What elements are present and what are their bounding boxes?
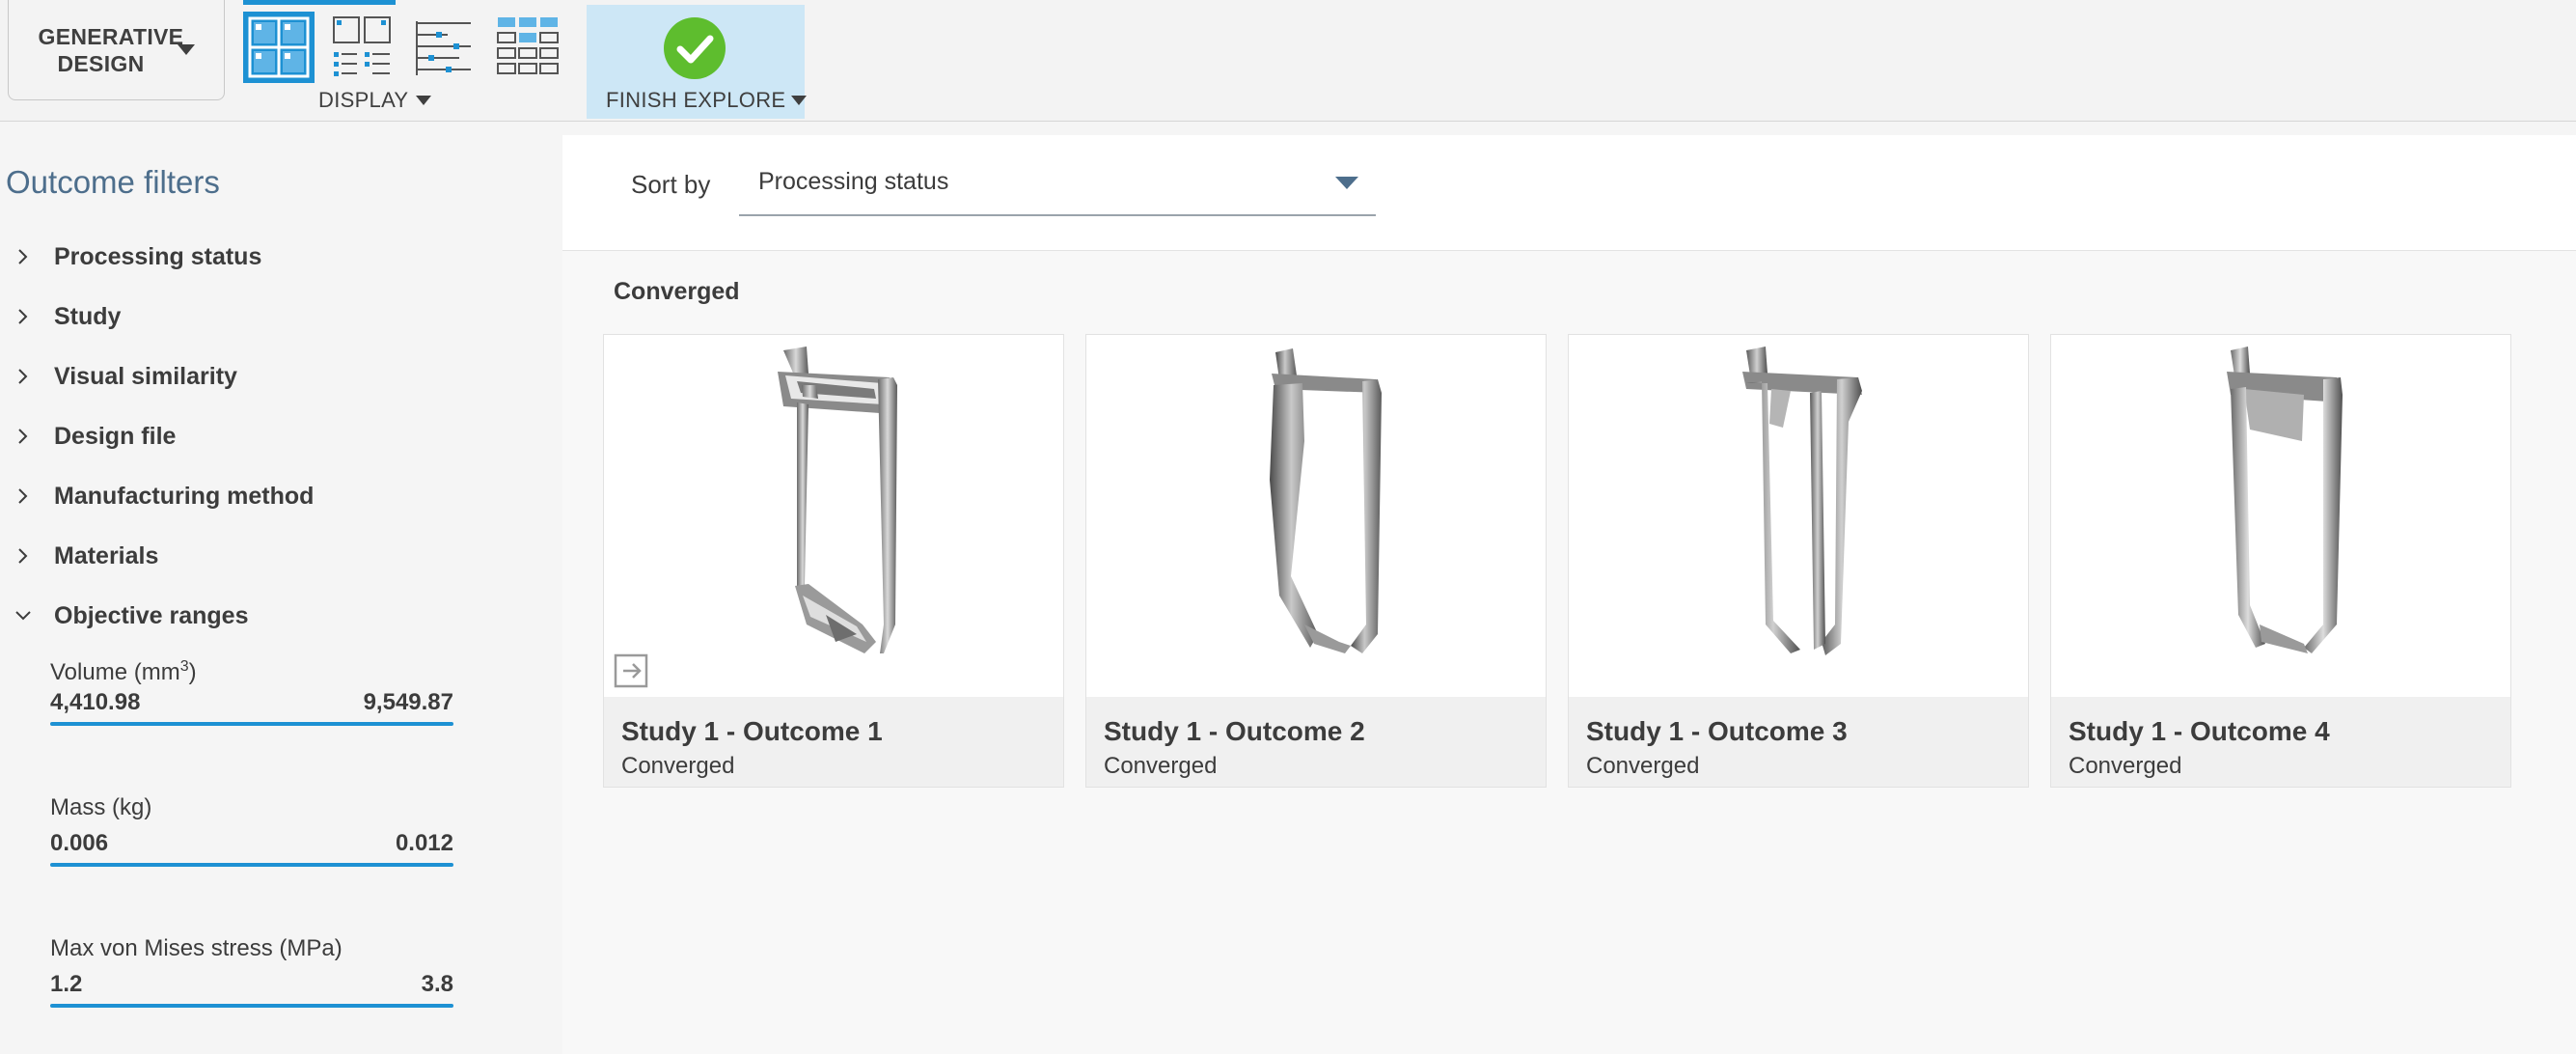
- display-label: DISPLAY: [318, 88, 409, 112]
- display-menu-button[interactable]: DISPLAY: [318, 88, 432, 113]
- finish-explore-menu[interactable]: FINISH EXPLORE: [606, 88, 808, 113]
- outcome-card[interactable]: Study 1 - Outcome 2 Converged: [1085, 334, 1547, 788]
- range-values: 0.006 0.012: [50, 828, 453, 859]
- outcome-thumbnail: [2051, 335, 2510, 697]
- filter-label: Study: [54, 302, 122, 330]
- range-mass: Mass (kg) 0.006 0.012: [50, 791, 453, 867]
- sort-dropdown[interactable]: Processing status: [739, 151, 1376, 216]
- thumbnail-list-icon[interactable]: [328, 12, 399, 83]
- table-grid-icon[interactable]: [492, 12, 563, 83]
- group-title: Converged: [614, 278, 740, 305]
- range-max[interactable]: 3.8: [422, 969, 453, 1000]
- filter-manufacturing-method[interactable]: Manufacturing method: [0, 474, 562, 518]
- thumbnail-grid-icon[interactable]: [243, 12, 315, 83]
- range-volume: Volume (mm3) 4,410.98 9,549.87: [50, 651, 453, 726]
- range-min[interactable]: 1.2: [50, 969, 82, 1000]
- card-footer: Study 1 - Outcome 1 Converged: [604, 697, 1063, 787]
- detail-list-icon[interactable]: [409, 12, 480, 83]
- outcome-status: Converged: [2069, 753, 2182, 779]
- chevron-down-icon: [15, 611, 31, 621]
- range-min[interactable]: 0.006: [50, 828, 108, 859]
- outcome-card[interactable]: Study 1 - Outcome 3 Converged: [1568, 334, 2029, 788]
- range-values: 4,410.98 9,549.87: [50, 687, 453, 718]
- panel-title: Outcome filters: [6, 164, 220, 200]
- chevron-down-icon: [1335, 177, 1358, 189]
- filter-label: Manufacturing method: [54, 482, 315, 510]
- card-footer: Study 1 - Outcome 2 Converged: [1086, 697, 1546, 787]
- workspace-label: GENERATIVE DESIGN: [38, 23, 184, 76]
- outcome-filters-panel: Outcome filters Processing status Study …: [0, 122, 562, 1054]
- filter-label: Materials: [54, 541, 159, 569]
- range-label: Max von Mises stress (MPa): [50, 935, 343, 961]
- chevron-down-icon: [177, 44, 195, 55]
- card-footer: Study 1 - Outcome 3 Converged: [1569, 697, 2028, 787]
- finish-explore-button[interactable]: FINISH EXPLORE: [587, 5, 808, 119]
- chevron-right-icon: [18, 429, 28, 444]
- sort-bar: Sort by Processing status: [562, 135, 2576, 251]
- filter-label: Design file: [54, 422, 177, 450]
- outcome-status: Converged: [1586, 753, 1700, 779]
- chevron-down-icon: [791, 96, 808, 105]
- filter-processing-status[interactable]: Processing status: [0, 235, 562, 279]
- outcomes-panel: Sort by Processing status Converged Stud…: [562, 135, 2576, 1054]
- finish-explore-label: FINISH EXPLORE: [606, 88, 786, 112]
- range-stress: Max von Mises stress (MPa) 1.2 3.8: [50, 932, 453, 1008]
- outcome-status: Converged: [621, 753, 735, 779]
- range-slider[interactable]: [50, 863, 453, 867]
- chevron-right-icon: [18, 488, 28, 504]
- card-footer: Study 1 - Outcome 4 Converged: [2051, 697, 2510, 787]
- filter-objective-ranges[interactable]: Objective ranges: [0, 594, 562, 638]
- sort-label: Sort by: [631, 170, 711, 199]
- filter-study[interactable]: Study: [0, 294, 562, 339]
- outcome-title: Study 1 - Outcome 1: [621, 716, 883, 746]
- filter-label: Objective ranges: [54, 601, 249, 629]
- outcome-title: Study 1 - Outcome 2: [1104, 716, 1365, 746]
- outcome-title: Study 1 - Outcome 4: [2069, 716, 2330, 746]
- range-slider[interactable]: [50, 722, 453, 726]
- filter-design-file[interactable]: Design file: [0, 414, 562, 458]
- outcome-thumbnail: [1569, 335, 2028, 697]
- chevron-down-icon: [416, 96, 432, 105]
- checkmark-icon: [664, 17, 726, 79]
- sort-value: Processing status: [758, 168, 949, 195]
- range-values: 1.2 3.8: [50, 969, 453, 1000]
- export-icon[interactable]: [612, 650, 654, 692]
- range-slider[interactable]: [50, 1004, 453, 1008]
- range-label: Volume (mm3): [50, 658, 197, 685]
- toolbar: GENERATIVE DESIGN DISPLAY FINISH EXPLORE: [0, 0, 2576, 122]
- workspace-switcher-button[interactable]: GENERATIVE DESIGN: [8, 0, 225, 100]
- outcome-card[interactable]: Study 1 - Outcome 1 Converged: [603, 334, 1064, 788]
- filter-visual-similarity[interactable]: Visual similarity: [0, 354, 562, 399]
- chevron-right-icon: [18, 309, 28, 324]
- outcome-thumbnail: [604, 335, 1063, 697]
- outcome-card[interactable]: Study 1 - Outcome 4 Converged: [2050, 334, 2511, 788]
- range-max[interactable]: 9,549.87: [364, 687, 453, 718]
- chevron-right-icon: [18, 548, 28, 564]
- filter-label: Visual similarity: [54, 362, 237, 390]
- chevron-right-icon: [18, 369, 28, 384]
- app-window: GENERATIVE DESIGN DISPLAY FINISH EXPLORE…: [0, 0, 2576, 1054]
- filter-materials[interactable]: Materials: [0, 534, 562, 578]
- outcome-thumbnail: [1086, 335, 1546, 697]
- range-max[interactable]: 0.012: [396, 828, 453, 859]
- range-min[interactable]: 4,410.98: [50, 687, 140, 718]
- filter-label: Processing status: [54, 242, 262, 270]
- outcome-title: Study 1 - Outcome 3: [1586, 716, 1848, 746]
- outcome-status: Converged: [1104, 753, 1218, 779]
- active-tab-indicator: [243, 0, 396, 5]
- chevron-right-icon: [18, 249, 28, 264]
- range-label: Mass (kg): [50, 794, 152, 820]
